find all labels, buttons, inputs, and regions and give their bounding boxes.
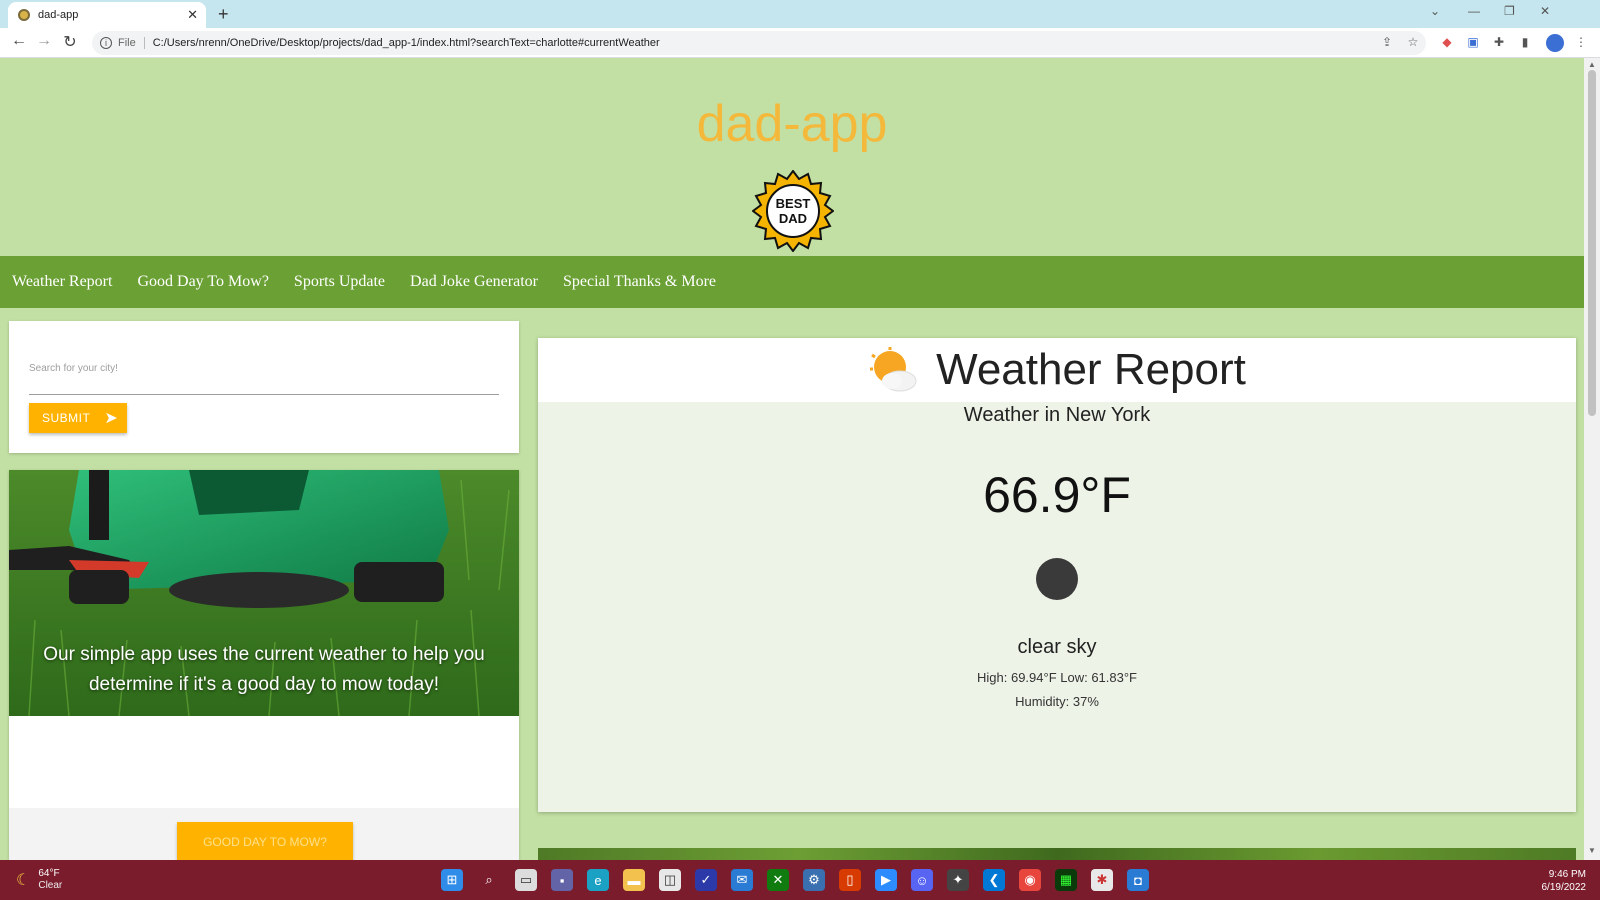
office-icon[interactable]: ▯ <box>839 869 861 891</box>
store-icon[interactable]: ◫ <box>659 869 681 891</box>
best-dad-badge-icon: BEST DAD <box>752 170 834 252</box>
task-view-icon[interactable]: ▭ <box>515 869 537 891</box>
nav-dad-joke-generator[interactable]: Dad Joke Generator <box>410 273 538 291</box>
weather-humidity: Humidity: 37% <box>1015 694 1099 709</box>
share-icon[interactable]: ⇪ <box>1380 35 1394 49</box>
os-taskbar: ☾ 64°F Clear ⊞ ⌕ ▭ ▪ e ▬ ◫ ✓ ✉ ✕ ⚙ ▯ ▶ ☺… <box>0 860 1600 900</box>
nav-special-thanks[interactable]: Special Thanks & More <box>563 273 716 291</box>
clock-time: 9:46 PM <box>1548 869 1586 880</box>
main-navbar: Weather Report Good Day To Mow? Sports U… <box>0 256 1584 308</box>
extension-screen-icon[interactable]: ▣ <box>1466 35 1480 49</box>
extension-red-icon[interactable]: ◆ <box>1440 35 1454 49</box>
terminal-game-icon[interactable]: ✦ <box>947 869 969 891</box>
scheme-label: File <box>118 37 145 49</box>
app-title: dad-app <box>696 95 888 153</box>
teams-icon[interactable]: ▪ <box>551 869 573 891</box>
vscode-icon[interactable]: ❮ <box>983 869 1005 891</box>
badge-line2: DAD <box>779 211 807 226</box>
favicon-icon <box>18 9 30 21</box>
city-search-input[interactable] <box>29 343 499 395</box>
weather-high-low: High: 69.94°F Low: 61.83°F <box>977 670 1137 685</box>
page-content: dad-app BEST DAD Weather Report Good Day… <box>0 58 1584 860</box>
zoom-icon[interactable]: ▶ <box>875 869 897 891</box>
badge-line1: BEST <box>776 196 811 211</box>
weather-condition-icon <box>1036 558 1078 600</box>
weather-temperature: 66.9°F <box>983 467 1131 523</box>
nav-good-day-to-mow[interactable]: Good Day To Mow? <box>137 273 268 291</box>
menu-kebab-icon[interactable]: ⋮ <box>1574 35 1588 49</box>
discord-icon[interactable]: ☺ <box>911 869 933 891</box>
browser-toolbar: ← → ↻ i File C:/Users/nrenn/OneDrive/Des… <box>0 28 1600 58</box>
tab-search-icon[interactable]: ⌄ <box>1430 4 1440 18</box>
scroll-up-icon[interactable]: ▲ <box>1588 60 1596 69</box>
windows-start-icon[interactable]: ⊞ <box>441 869 463 891</box>
weather-card-header: Weather Report <box>538 338 1576 402</box>
page-scrollbar[interactable]: ▲ ▼ <box>1584 58 1600 860</box>
mail-icon[interactable]: ✉ <box>731 869 753 891</box>
side-panel-icon[interactable]: ▮ <box>1518 35 1532 49</box>
restore-icon[interactable]: ❐ <box>1504 4 1515 18</box>
submit-label: SUBMIT <box>42 411 91 425</box>
taskbar-weather-widget[interactable]: ☾ 64°F Clear <box>16 868 62 892</box>
close-tab-icon[interactable]: ✕ <box>187 7 198 23</box>
new-tab-button[interactable]: + <box>218 4 229 25</box>
address-bar[interactable]: i File C:/Users/nrenn/OneDrive/Desktop/p… <box>92 31 1426 55</box>
grass-image-strip <box>538 848 1576 860</box>
search-card: SUBMIT ➤ <box>9 321 519 453</box>
weather-report-card: Weather Report Weather in New York 66.9°… <box>538 338 1576 812</box>
weather-heading: Weather Report <box>936 345 1246 394</box>
extensions-puzzle-icon[interactable]: ✚ <box>1492 35 1506 49</box>
forward-icon[interactable]: → <box>33 32 55 50</box>
browser-tab-bar: dad-app ✕ + ⌄ — ❐ ✕ <box>0 0 1600 28</box>
partly-cloudy-icon <box>870 347 917 392</box>
terminal-icon[interactable]: ▦ <box>1055 869 1077 891</box>
search-icon[interactable]: ⌕ <box>478 869 500 891</box>
send-arrow-icon: ➤ <box>104 410 119 427</box>
profile-avatar[interactable] <box>1546 34 1564 52</box>
todo-icon[interactable]: ✓ <box>695 869 717 891</box>
nav-sports-update[interactable]: Sports Update <box>294 273 385 291</box>
taskbar-weather-temp: 64°F <box>38 868 60 879</box>
tab-title: dad-app <box>38 9 79 21</box>
site-info-icon[interactable]: i <box>100 37 112 49</box>
close-window-icon[interactable]: ✕ <box>1540 4 1550 18</box>
weather-city: Weather in New York <box>963 404 1151 426</box>
python-icon[interactable]: ⚙ <box>803 869 825 891</box>
chrome-icon[interactable]: ◉ <box>1019 869 1041 891</box>
taskbar-weather-desc: Clear <box>38 880 63 891</box>
taskbar-clock[interactable]: 9:46 PM 6/19/2022 <box>1542 868 1587 894</box>
nav-weather-report[interactable]: Weather Report <box>12 273 112 291</box>
file-explorer-icon[interactable]: ▬ <box>623 869 645 891</box>
reload-icon[interactable]: ↻ <box>59 32 81 52</box>
bookmark-star-icon[interactable]: ☆ <box>1406 35 1420 49</box>
screen-capture-icon[interactable]: ◘ <box>1127 869 1149 891</box>
moon-icon: ☾ <box>16 872 31 889</box>
xbox-icon[interactable]: ✕ <box>767 869 789 891</box>
slack-icon[interactable]: ✱ <box>1091 869 1113 891</box>
scrollbar-thumb[interactable] <box>1588 70 1596 416</box>
browser-tab[interactable]: dad-app ✕ <box>8 2 206 28</box>
submit-button[interactable]: SUBMIT ➤ <box>29 403 127 433</box>
minimize-icon[interactable]: — <box>1468 4 1480 18</box>
mower-card: Our simple app uses the current weather … <box>9 470 519 860</box>
good-day-to-mow-button[interactable]: GOOD DAY TO MOW? <box>177 822 353 860</box>
scroll-down-icon[interactable]: ▼ <box>1588 846 1596 855</box>
back-icon[interactable]: ← <box>8 32 30 50</box>
weather-description: clear sky <box>1017 636 1097 658</box>
edge-icon[interactable]: e <box>587 869 609 891</box>
mower-caption: Our simple app uses the current weather … <box>43 644 485 695</box>
url-text[interactable]: C:/Users/nrenn/OneDrive/Desktop/projects… <box>153 37 660 49</box>
clock-date: 6/19/2022 <box>1541 882 1587 893</box>
